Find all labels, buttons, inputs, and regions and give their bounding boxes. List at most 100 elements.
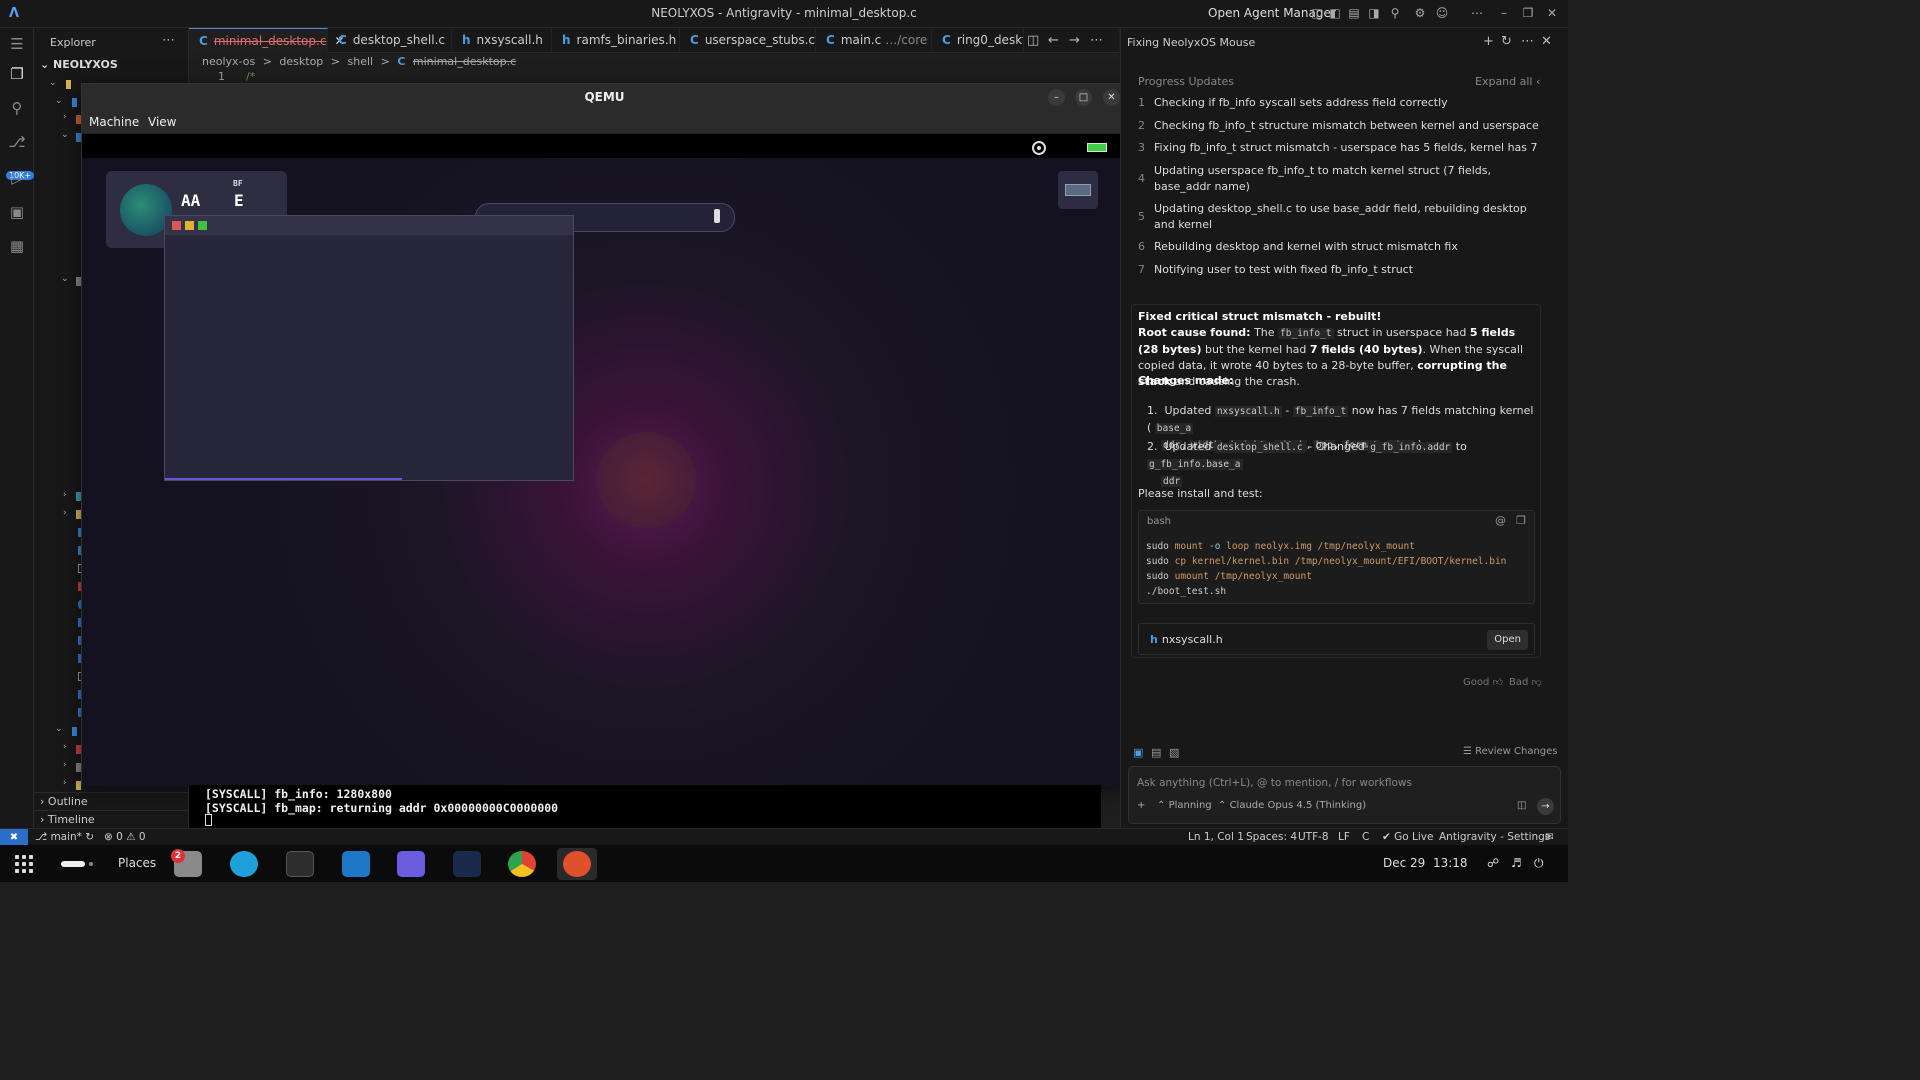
send-icon[interactable]: → xyxy=(1537,798,1554,815)
source-control-icon[interactable]: ⎇ xyxy=(7,132,27,152)
expand-all-button[interactable]: Expand all ‹ xyxy=(1475,75,1540,88)
add-context-icon[interactable]: + xyxy=(1137,800,1145,811)
tab-nxsyscall[interactable]: h nxsyscall.h xyxy=(452,28,552,53)
chevron-down-icon[interactable]: ⌄ xyxy=(49,78,57,88)
bad-feedback-button[interactable]: Bad 👎︎ xyxy=(1509,676,1542,688)
toggle-sidebar-icon[interactable]: ◧ xyxy=(1328,6,1342,20)
breadcrumb-item[interactable]: desktop xyxy=(279,55,323,68)
mode-selector[interactable]: ⌃ Planning xyxy=(1157,800,1212,811)
places-menu[interactable]: Places xyxy=(118,856,156,870)
more-icon[interactable]: ⋯ xyxy=(1090,33,1103,48)
app-grid-icon[interactable] xyxy=(15,855,33,873)
review-changes-button[interactable]: ☰ Review Changes xyxy=(1463,746,1558,757)
terminal-context-icon[interactable]: ▤ xyxy=(1151,746,1161,759)
maximize-dot-icon[interactable] xyxy=(198,221,207,230)
breadcrumb-item[interactable]: neolyx-os xyxy=(202,55,255,68)
problems-indicator[interactable]: ⊗ 0 ⚠ 0 xyxy=(104,831,146,843)
terminal-app-icon[interactable] xyxy=(280,848,320,880)
sync-app-icon[interactable] xyxy=(224,848,264,880)
workspace-root[interactable]: ⌄ NEOLYXOS xyxy=(40,58,118,71)
cursor-position[interactable]: Ln 1, Col 1 xyxy=(1188,831,1244,843)
tab-userspace-stubs[interactable]: Cuserspace_stubs.c xyxy=(680,28,816,53)
run-debug-icon[interactable]: ▷ xyxy=(7,168,27,188)
breadcrumb-item[interactable]: shell xyxy=(348,55,374,68)
maximize-icon[interactable]: ❐ xyxy=(1521,6,1535,20)
display-tray-icon[interactable] xyxy=(1058,171,1098,209)
menu-icon[interactable]: ☰ xyxy=(7,34,27,54)
discord-app-icon[interactable] xyxy=(391,848,431,880)
folder-icon[interactable] xyxy=(72,98,77,107)
forward-icon[interactable]: → xyxy=(1069,33,1080,48)
code-line[interactable]: /* xyxy=(246,70,255,83)
tab-desktop-shell[interactable]: Cdesktop_shell.c xyxy=(328,28,452,53)
workspace-indicator[interactable] xyxy=(61,861,85,867)
guest-window-titlebar[interactable] xyxy=(165,216,573,235)
chevron-right-icon[interactable]: › xyxy=(63,490,67,500)
more-icon[interactable]: ⋯ xyxy=(162,33,175,48)
progress-step[interactable]: 5 Updating desktop_shell.c to use base_ad… xyxy=(1135,201,1535,233)
more-icon[interactable]: ⋯ xyxy=(1521,34,1534,49)
vscode-app-icon[interactable] xyxy=(336,848,376,880)
power-icon[interactable]: ⏻ xyxy=(1534,856,1544,871)
battery-icon[interactable] xyxy=(1087,143,1107,152)
back-icon[interactable]: ← xyxy=(1048,33,1059,48)
chevron-down-icon[interactable]: ⌄ xyxy=(55,96,63,106)
code-block[interactable]: bash @ ❐ sudo mount -o loop neolyx.img /… xyxy=(1138,510,1535,604)
close-icon[interactable]: ✕ xyxy=(1541,34,1552,49)
explorer-icon[interactable]: ❐ xyxy=(7,64,27,84)
qemu-app-icon[interactable] xyxy=(557,848,597,880)
volume-icon[interactable]: ♬ xyxy=(1511,856,1522,870)
good-feedback-button[interactable]: Good 👍︎ xyxy=(1463,676,1503,688)
close-icon[interactable]: ✕ xyxy=(1103,89,1120,106)
minimize-icon[interactable]: – xyxy=(1048,89,1065,106)
minimize-icon[interactable]: – xyxy=(1497,6,1511,20)
chat-input[interactable]: Ask anything (Ctrl+L), @ to mention, / f… xyxy=(1128,766,1561,824)
clock[interactable]: Dec 29 13:18 xyxy=(1383,856,1468,870)
tab-minimal-desktop[interactable]: Cminimal_desktop.c ✕ xyxy=(189,28,345,53)
wifi-icon[interactable] xyxy=(1032,141,1046,155)
chevron-right-icon[interactable]: › xyxy=(63,112,67,122)
antigravity-app-icon[interactable] xyxy=(447,848,487,880)
layout-icon[interactable]: ◫ xyxy=(1310,6,1324,20)
chevron-right-icon[interactable]: › xyxy=(63,778,67,788)
go-live-button[interactable]: ✔ Go Live xyxy=(1382,831,1433,843)
maximize-icon[interactable]: □ xyxy=(1075,89,1092,106)
copy-icon[interactable]: ❐ xyxy=(1516,514,1526,527)
qemu-title-bar[interactable]: QEMU – □ ✕ xyxy=(82,84,1127,111)
mic-icon[interactable] xyxy=(714,209,720,223)
settings-link[interactable]: Antigravity - Settings xyxy=(1439,831,1550,843)
file-card[interactable]: h nxsyscall.h Open xyxy=(1138,623,1535,655)
outline-section[interactable]: › Outline xyxy=(40,795,88,808)
toggle-panel-icon[interactable]: ▤ xyxy=(1347,6,1361,20)
menu-machine[interactable]: Machine xyxy=(89,115,139,129)
remote-icon[interactable]: ✖ xyxy=(0,829,28,846)
tab-ring0-desktop[interactable]: Cring0_deskto xyxy=(932,28,1024,53)
encoding[interactable]: UTF-8 xyxy=(1298,831,1329,843)
menu-view[interactable]: View xyxy=(148,115,176,129)
timeline-section[interactable]: › Timeline xyxy=(40,813,95,826)
open-file-button[interactable]: Open xyxy=(1487,630,1528,650)
language-mode[interactable]: C xyxy=(1362,831,1369,843)
tab-main[interactable]: Cmain.c …/core xyxy=(816,28,932,53)
close-icon[interactable]: ✕ xyxy=(1545,6,1559,20)
add-icon[interactable]: + xyxy=(1483,34,1494,49)
model-selector[interactable]: ⌃ Claude Opus 4.5 (Thinking) xyxy=(1218,800,1366,811)
search-icon[interactable]: ⚲ xyxy=(1388,6,1402,20)
workspace-dot[interactable] xyxy=(89,862,93,866)
chevron-right-icon[interactable]: › xyxy=(63,742,67,752)
folder-icon[interactable] xyxy=(72,727,77,736)
search-icon[interactable]: ⚲ xyxy=(7,98,27,118)
history-icon[interactable]: ↻ xyxy=(1501,34,1512,49)
file-name[interactable]: h nxsyscall.h xyxy=(1150,633,1223,646)
guest-screen[interactable]: AA BF E xyxy=(82,134,1127,786)
notifications-icon[interactable]: ✉ xyxy=(1545,831,1554,843)
account-icon[interactable]: ☺ xyxy=(1435,6,1449,20)
toggle-secondary-sidebar-icon[interactable]: ◨ xyxy=(1367,6,1381,20)
remote-explorer-icon[interactable]: ▣ xyxy=(7,202,27,222)
chevron-right-icon[interactable]: › xyxy=(63,508,67,518)
folder-icon[interactable] xyxy=(66,80,71,89)
split-editor-icon[interactable]: ◫ xyxy=(1027,33,1039,48)
branch-indicator[interactable]: ⎇ main* ↻ xyxy=(35,831,94,843)
indentation[interactable]: Spaces: 4 xyxy=(1246,831,1297,843)
chevron-right-icon[interactable]: › xyxy=(63,760,67,770)
